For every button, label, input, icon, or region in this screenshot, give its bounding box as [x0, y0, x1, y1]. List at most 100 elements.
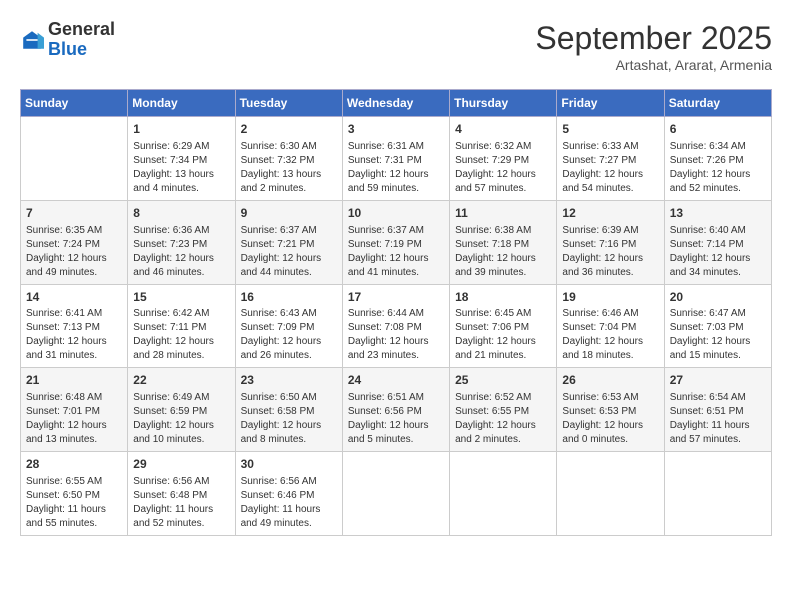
calendar-cell: 3 Sunrise: 6:31 AM Sunset: 7:31 PM Daylig… [342, 117, 449, 201]
calendar-week-1: 1 Sunrise: 6:29 AM Sunset: 7:34 PM Daylig… [21, 117, 772, 201]
calendar-cell: 11 Sunrise: 6:38 AM Sunset: 7:18 PM Dayli… [450, 200, 557, 284]
calendar-cell: 14Sunrise: 6:41 AM Sunset: 7:13 PM Dayli… [21, 284, 128, 368]
day-number: 23 [241, 372, 337, 389]
day-header-monday: Monday [128, 90, 235, 117]
day-number: 6 [670, 121, 766, 138]
day-info: Sunrise: 6:32 AM Sunset: 7:29 PM Dayligh… [455, 140, 551, 196]
calendar-cell: 29Sunrise: 6:56 AM Sunset: 6:48 PM Dayli… [128, 452, 235, 536]
day-info: Sunrise: 6:52 AM Sunset: 6:55 PM Dayligh… [455, 391, 551, 447]
day-info: Sunrise: 6:46 AM Sunset: 7:04 PM Dayligh… [562, 307, 658, 363]
day-info: Sunrise: 6:30 AM Sunset: 7:32 PM Dayligh… [241, 140, 337, 196]
day-number: 15 [133, 289, 229, 306]
logo-general-text: General [48, 19, 115, 39]
day-info: Sunrise: 6:53 AM Sunset: 6:53 PM Dayligh… [562, 391, 658, 447]
day-header-saturday: Saturday [664, 90, 771, 117]
day-info: Sunrise: 6:41 AM Sunset: 7:13 PM Dayligh… [26, 307, 122, 363]
calendar-cell [557, 452, 664, 536]
day-number: 5 [562, 121, 658, 138]
calendar-cell [342, 452, 449, 536]
calendar-cell: 19Sunrise: 6:46 AM Sunset: 7:04 PM Dayli… [557, 284, 664, 368]
day-info: Sunrise: 6:43 AM Sunset: 7:09 PM Dayligh… [241, 307, 337, 363]
day-info: Sunrise: 6:51 AM Sunset: 6:56 PM Dayligh… [348, 391, 444, 447]
calendar-cell: 23Sunrise: 6:50 AM Sunset: 6:58 PM Dayli… [235, 368, 342, 452]
calendar-cell: 27 Sunrise: 6:54 AM Sunset: 6:51 PM Dayli… [664, 368, 771, 452]
day-info: Sunrise: 6:47 AM Sunset: 7:03 PM Dayligh… [670, 307, 766, 363]
day-header-thursday: Thursday [450, 90, 557, 117]
calendar-week-2: 7Sunrise: 6:35 AM Sunset: 7:24 PM Daylig… [21, 200, 772, 284]
day-number: 19 [562, 289, 658, 306]
day-info: Sunrise: 6:48 AM Sunset: 7:01 PM Dayligh… [26, 391, 122, 447]
calendar-cell: 21 Sunrise: 6:48 AM Sunset: 7:01 PM Dayli… [21, 368, 128, 452]
day-info: Sunrise: 6:33 AM Sunset: 7:27 PM Dayligh… [562, 140, 658, 196]
logo-icon [20, 28, 44, 52]
day-number: 9 [241, 205, 337, 222]
day-info: Sunrise: 6:36 AM Sunset: 7:23 PM Dayligh… [133, 224, 229, 280]
day-info: Sunrise: 6:56 AM Sunset: 6:46 PM Dayligh… [241, 475, 337, 531]
day-number: 30 [241, 456, 337, 473]
calendar-week-3: 14Sunrise: 6:41 AM Sunset: 7:13 PM Dayli… [21, 284, 772, 368]
calendar-cell: 17Sunrise: 6:44 AM Sunset: 7:08 PM Dayli… [342, 284, 449, 368]
day-number: 16 [241, 289, 337, 306]
calendar-cell: 5 Sunrise: 6:33 AM Sunset: 7:27 PM Daylig… [557, 117, 664, 201]
day-number: 7 [26, 205, 122, 222]
day-number: 2 [241, 121, 337, 138]
day-number: 25 [455, 372, 551, 389]
day-info: Sunrise: 6:34 AM Sunset: 7:26 PM Dayligh… [670, 140, 766, 196]
day-info: Sunrise: 6:31 AM Sunset: 7:31 PM Dayligh… [348, 140, 444, 196]
logo-blue-text: Blue [48, 39, 87, 59]
month-title: September 2025 [535, 20, 772, 57]
day-info: Sunrise: 6:38 AM Sunset: 7:18 PM Dayligh… [455, 224, 551, 280]
day-header-wednesday: Wednesday [342, 90, 449, 117]
day-info: Sunrise: 6:56 AM Sunset: 6:48 PM Dayligh… [133, 475, 229, 531]
calendar-week-4: 21 Sunrise: 6:48 AM Sunset: 7:01 PM Dayli… [21, 368, 772, 452]
calendar-cell: 18Sunrise: 6:45 AM Sunset: 7:06 PM Dayli… [450, 284, 557, 368]
logo: General Blue [20, 20, 115, 60]
day-number: 11 [455, 205, 551, 222]
calendar-cell: 24Sunrise: 6:51 AM Sunset: 6:56 PM Dayli… [342, 368, 449, 452]
calendar-table: SundayMondayTuesdayWednesdayThursdayFrid… [20, 89, 772, 536]
day-info: Sunrise: 6:42 AM Sunset: 7:11 PM Dayligh… [133, 307, 229, 363]
day-number: 1 [133, 121, 229, 138]
day-info: Sunrise: 6:37 AM Sunset: 7:21 PM Dayligh… [241, 224, 337, 280]
day-info: Sunrise: 6:39 AM Sunset: 7:16 PM Dayligh… [562, 224, 658, 280]
location-subtitle: Artashat, Ararat, Armenia [535, 57, 772, 73]
calendar-cell: 28 Sunrise: 6:55 AM Sunset: 6:50 PM Dayli… [21, 452, 128, 536]
day-number: 27 [670, 372, 766, 389]
day-number: 10 [348, 205, 444, 222]
day-info: Sunrise: 6:29 AM Sunset: 7:34 PM Dayligh… [133, 140, 229, 196]
day-info: Sunrise: 6:55 AM Sunset: 6:50 PM Dayligh… [26, 475, 122, 531]
day-number: 8 [133, 205, 229, 222]
day-header-sunday: Sunday [21, 90, 128, 117]
day-number: 3 [348, 121, 444, 138]
day-number: 28 [26, 456, 122, 473]
day-number: 17 [348, 289, 444, 306]
calendar-cell: 9 Sunrise: 6:37 AM Sunset: 7:21 PM Daylig… [235, 200, 342, 284]
calendar-cell: 8 Sunrise: 6:36 AM Sunset: 7:23 PM Daylig… [128, 200, 235, 284]
day-info: Sunrise: 6:37 AM Sunset: 7:19 PM Dayligh… [348, 224, 444, 280]
title-block: September 2025 Artashat, Ararat, Armenia [535, 20, 772, 73]
day-info: Sunrise: 6:44 AM Sunset: 7:08 PM Dayligh… [348, 307, 444, 363]
calendar-week-5: 28 Sunrise: 6:55 AM Sunset: 6:50 PM Dayli… [21, 452, 772, 536]
calendar-cell: 1 Sunrise: 6:29 AM Sunset: 7:34 PM Daylig… [128, 117, 235, 201]
day-number: 12 [562, 205, 658, 222]
calendar-cell: 26Sunrise: 6:53 AM Sunset: 6:53 PM Dayli… [557, 368, 664, 452]
calendar-cell [664, 452, 771, 536]
day-info: Sunrise: 6:45 AM Sunset: 7:06 PM Dayligh… [455, 307, 551, 363]
calendar-cell: 15Sunrise: 6:42 AM Sunset: 7:11 PM Dayli… [128, 284, 235, 368]
day-number: 14 [26, 289, 122, 306]
day-number: 13 [670, 205, 766, 222]
day-number: 21 [26, 372, 122, 389]
day-number: 4 [455, 121, 551, 138]
day-info: Sunrise: 6:49 AM Sunset: 6:59 PM Dayligh… [133, 391, 229, 447]
calendar-cell: 12 Sunrise: 6:39 AM Sunset: 7:16 PM Dayli… [557, 200, 664, 284]
calendar-cell: 10 Sunrise: 6:37 AM Sunset: 7:19 PM Dayli… [342, 200, 449, 284]
calendar-cell: 4 Sunrise: 6:32 AM Sunset: 7:29 PM Daylig… [450, 117, 557, 201]
day-info: Sunrise: 6:54 AM Sunset: 6:51 PM Dayligh… [670, 391, 766, 447]
calendar-cell: 30 Sunrise: 6:56 AM Sunset: 6:46 PM Dayli… [235, 452, 342, 536]
calendar-cell: 22 Sunrise: 6:49 AM Sunset: 6:59 PM Dayli… [128, 368, 235, 452]
day-number: 20 [670, 289, 766, 306]
calendar-cell: 13Sunrise: 6:40 AM Sunset: 7:14 PM Dayli… [664, 200, 771, 284]
day-header-friday: Friday [557, 90, 664, 117]
calendar-cell: 20Sunrise: 6:47 AM Sunset: 7:03 PM Dayli… [664, 284, 771, 368]
day-number: 22 [133, 372, 229, 389]
